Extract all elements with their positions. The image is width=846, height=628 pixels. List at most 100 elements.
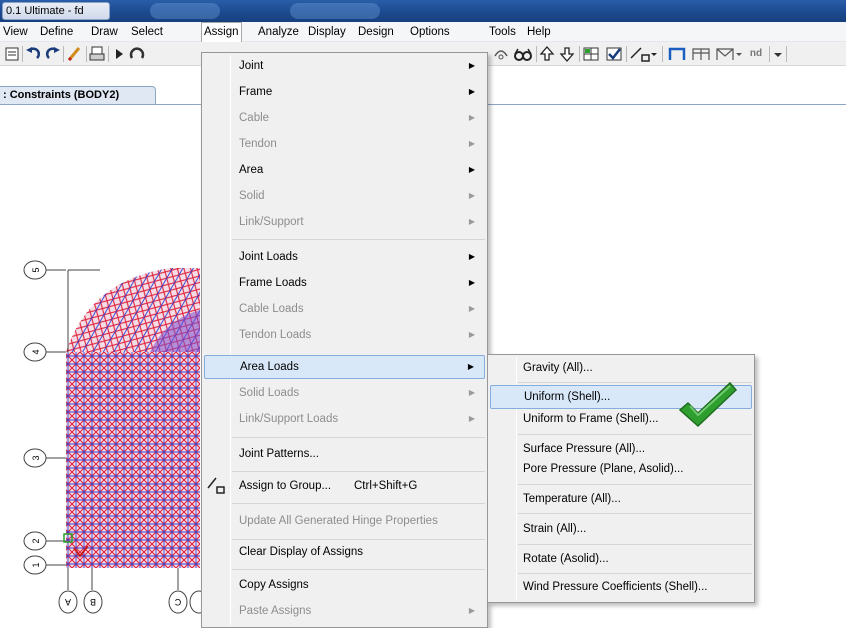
- redo-icon[interactable]: [44, 44, 62, 64]
- menu-item-joint-loads[interactable]: Joint Loads ▶: [204, 245, 485, 269]
- menu-view[interactable]: View: [1, 22, 30, 42]
- submenu-arrow-icon: ▶: [468, 165, 475, 174]
- row-bubble-4: 4: [23, 342, 47, 362]
- submenu-arrow-icon: ▶: [468, 87, 475, 96]
- submenu-arrow-icon: ▶: [468, 217, 475, 226]
- menu-item-joint[interactable]: Joint ▶: [204, 54, 485, 78]
- menu-item-rotate[interactable]: Rotate (Asolid)...: [490, 547, 752, 571]
- menu-separator: [232, 437, 485, 438]
- menu-item-link-support-loads[interactable]: Link/Support Loads ▶: [204, 407, 485, 431]
- menu-separator: [232, 503, 485, 504]
- rubber-band-icon[interactable]: [492, 44, 510, 64]
- glasses-icon[interactable]: [513, 44, 533, 64]
- menu-tools[interactable]: Tools: [487, 22, 518, 42]
- arrow-up-icon[interactable]: [538, 44, 556, 64]
- svg-text:2: 2: [31, 538, 41, 543]
- menu-item-wind-pressure-coefficients[interactable]: Wind Pressure Coefficients (Shell)...: [490, 575, 752, 599]
- svg-text:4: 4: [31, 349, 41, 354]
- title-bar: 0.1 Ultimate - fd: [0, 0, 846, 22]
- menu-item-clear-display-of-assigns[interactable]: Clear Display of Assigns: [204, 540, 485, 564]
- menu-design[interactable]: Design: [356, 22, 396, 42]
- arrow-down-icon[interactable]: [558, 44, 576, 64]
- submenu-arrow-icon: ▶: [468, 414, 475, 423]
- submenu-arrow-icon: ▶: [467, 362, 474, 371]
- menu-analyze[interactable]: Analyze: [256, 22, 301, 42]
- menu-item-copy-assigns[interactable]: Copy Assigns: [204, 573, 485, 597]
- col-bubble-b: B: [83, 590, 103, 614]
- menu-item-area[interactable]: Area ▶: [204, 158, 485, 182]
- submenu-arrow-icon: ▶: [468, 304, 475, 313]
- undo-icon[interactable]: [24, 44, 42, 64]
- menu-display[interactable]: Display: [306, 22, 348, 42]
- menu-item-gravity[interactable]: Gravity (All)...: [490, 356, 752, 380]
- submenu-arrow-icon: ▶: [468, 330, 475, 339]
- dropdown-icon[interactable]: [772, 44, 784, 64]
- svg-text:5: 5: [31, 267, 41, 272]
- print-icon[interactable]: [88, 44, 106, 64]
- tab-constraints[interactable]: : Constraints (BODY2): [0, 86, 156, 105]
- window-title: 0.1 Ultimate - fd: [2, 2, 110, 20]
- checkmark-icon: [678, 381, 738, 428]
- assign-menu: Joint ▶ Frame ▶ Cable ▶ Tendon ▶ Area ▶ Solid…: [201, 52, 488, 628]
- menu-item-temperature[interactable]: Temperature (All)...: [490, 487, 752, 511]
- submenu-arrow-icon: ▶: [468, 139, 475, 148]
- menu-item-solid-loads[interactable]: Solid Loads ▶: [204, 381, 485, 405]
- menu-item-pore-pressure[interactable]: Pore Pressure (Plane, Asolid)...: [490, 457, 752, 481]
- menu-separator: [518, 573, 752, 574]
- row-bubble-3: 3: [23, 448, 47, 468]
- menu-separator: [518, 513, 752, 514]
- grid-icon[interactable]: [581, 44, 601, 64]
- menu-item-update-hinge-properties[interactable]: Update All Generated Hinge Properties: [204, 509, 485, 533]
- svg-text:B: B: [90, 597, 96, 607]
- submenu-arrow-icon: ▶: [468, 278, 475, 287]
- menu-draw[interactable]: Draw: [89, 22, 120, 42]
- svg-text:3: 3: [31, 455, 41, 460]
- check-box-icon[interactable]: [604, 44, 624, 64]
- menu-separator: [232, 569, 485, 570]
- col-bubble-c: C: [168, 590, 188, 614]
- menu-item-link-support[interactable]: Link/Support ▶: [204, 210, 485, 234]
- print-setup-icon[interactable]: [3, 44, 21, 64]
- submenu-arrow-icon: ▶: [468, 191, 475, 200]
- pencil-icon[interactable]: [65, 44, 83, 64]
- menu-options[interactable]: Options: [408, 22, 452, 42]
- menu-item-tendon-loads[interactable]: Tendon Loads ▶: [204, 323, 485, 347]
- menu-bar: View Define Draw Select Assign Analyze D…: [0, 22, 846, 43]
- refresh-icon[interactable]: [128, 44, 146, 64]
- menu-item-joint-patterns[interactable]: Joint Patterns...: [204, 442, 485, 466]
- svg-text:A: A: [65, 597, 71, 607]
- row-bubble-5: 5: [23, 260, 47, 280]
- menu-help[interactable]: Help: [525, 22, 553, 42]
- menu-item-cable-loads[interactable]: Cable Loads ▶: [204, 297, 485, 321]
- menu-separator: [232, 471, 485, 472]
- menu-assign[interactable]: Assign: [201, 22, 242, 43]
- run-icon[interactable]: [110, 44, 128, 64]
- menu-item-paste-assigns[interactable]: Paste Assigns ▶: [204, 599, 485, 623]
- assign-group-icon[interactable]: [628, 44, 658, 64]
- node-icon[interactable]: nd: [747, 44, 765, 64]
- menu-separator: [518, 484, 752, 485]
- menu-separator: [518, 434, 752, 435]
- menu-separator: [232, 239, 485, 240]
- submenu-arrow-icon: ▶: [468, 252, 475, 261]
- svg-text:1: 1: [31, 562, 41, 567]
- menu-select[interactable]: Select: [129, 22, 165, 42]
- menu-item-tendon[interactable]: Tendon ▶: [204, 132, 485, 156]
- submenu-arrow-icon: ▶: [468, 61, 475, 70]
- submenu-arrow-icon: ▶: [468, 113, 475, 122]
- svg-text:C: C: [174, 597, 181, 607]
- col-bubble-a: A: [58, 590, 78, 614]
- menu-item-area-loads[interactable]: Area Loads ▶: [204, 355, 485, 379]
- menu-define[interactable]: Define: [38, 22, 75, 42]
- submenu-arrow-icon: ▶: [468, 388, 475, 397]
- menu-item-strain[interactable]: Strain (All)...: [490, 517, 752, 541]
- truss-dropdown-icon[interactable]: [714, 44, 744, 64]
- menu-item-assign-to-group[interactable]: Assign to Group... Ctrl+Shift+G: [204, 474, 485, 498]
- row-bubble-2: 2: [23, 531, 47, 551]
- frame-icon[interactable]: [666, 44, 688, 64]
- menu-item-frame-loads[interactable]: Frame Loads ▶: [204, 271, 485, 295]
- menu-item-solid[interactable]: Solid ▶: [204, 184, 485, 208]
- truss-icon[interactable]: [690, 44, 712, 64]
- menu-item-frame[interactable]: Frame ▶: [204, 80, 485, 104]
- menu-item-cable[interactable]: Cable ▶: [204, 106, 485, 130]
